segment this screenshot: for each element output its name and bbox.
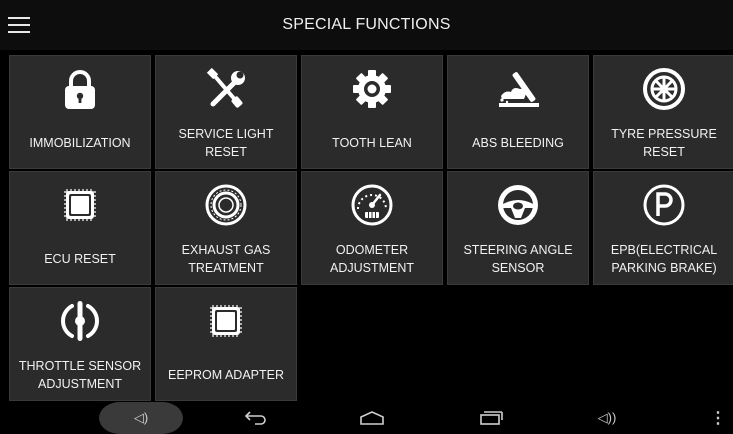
back-arrow-icon — [244, 411, 266, 425]
tile-label: EEPROM ADAPTER — [168, 368, 284, 382]
home-icon — [360, 411, 384, 425]
tile-odometer-adjustment[interactable]: ODOMETER ADJUSTMENT — [301, 171, 443, 285]
tile-label: ODOMETER ADJUSTMENT — [329, 243, 415, 275]
tile-label: ABS BLEEDING — [472, 136, 564, 150]
page-title: SPECIAL FUNCTIONS — [282, 16, 451, 33]
recent-apps-icon — [480, 411, 503, 425]
tile-label: TOOTH LEAN — [332, 136, 412, 150]
tile-tooth-lean[interactable]: TOOTH LEAN — [301, 55, 443, 169]
steering-wheel-icon — [448, 182, 588, 228]
chip-icon — [10, 182, 150, 228]
tile-label: IMMOBILIZATION — [29, 136, 131, 150]
speedometer-icon — [302, 182, 442, 228]
tyre-icon — [594, 66, 733, 112]
tools-icon — [156, 66, 296, 112]
tile-label: TYRE PRESSURE RESET — [611, 127, 717, 159]
tile-abs-bleeding[interactable]: ABS BLEEDING — [447, 55, 589, 169]
tile-label: THROTTLE SENSOR ADJUSTMENT — [18, 359, 142, 391]
more-vertical-icon: ⋮ — [710, 410, 726, 427]
tile-eeprom-adapter[interactable]: EEPROM ADAPTER — [155, 287, 297, 401]
tile-label: STEERING ANGLE SENSOR — [463, 243, 573, 275]
tile-ecu-reset[interactable]: ECU RESET — [9, 171, 151, 285]
tile-label: ECU RESET — [44, 252, 116, 266]
tile-immobilization[interactable]: IMMOBILIZATION — [9, 55, 151, 169]
tile-steering-angle-sensor[interactable]: STEERING ANGLE SENSOR — [447, 171, 589, 285]
overflow-menu-button[interactable]: ⋮ — [708, 404, 728, 432]
volume-down-label: ◁) — [133, 410, 149, 425]
eeprom-chip-icon — [156, 298, 296, 344]
brake-pedal-icon — [448, 66, 588, 112]
tile-label: EXHAUST GAS TREATMENT — [181, 243, 271, 275]
throttle-sensor-icon — [10, 298, 150, 344]
tile-exhaust-gas-treatment[interactable]: EXHAUST GAS TREATMENT — [155, 171, 297, 285]
tile-throttle-sensor-adjustment[interactable]: THROTTLE SENSOR ADJUSTMENT — [9, 287, 151, 401]
lock-icon — [10, 66, 150, 112]
home-button[interactable] — [352, 404, 392, 432]
parking-brake-icon — [594, 182, 733, 228]
tile-tyre-pressure-reset[interactable]: TYRE PRESSURE RESET — [593, 55, 733, 169]
tile-label: SERVICE LIGHT RESET — [178, 127, 274, 159]
volume-up-label: ◁)) — [597, 410, 617, 425]
tile-epb-electrical-parking-brake[interactable]: EPB(ELECTRICAL PARKING BRAKE) — [593, 171, 733, 285]
volume-up-button[interactable]: ◁)) — [584, 404, 630, 432]
gear-icon — [302, 66, 442, 112]
exhaust-filter-icon — [156, 182, 296, 228]
back-button[interactable] — [236, 404, 276, 432]
header-bar: SPECIAL FUNCTIONS — [0, 0, 733, 50]
recent-apps-button[interactable] — [470, 404, 510, 432]
tile-service-light-reset[interactable]: SERVICE LIGHT RESET — [155, 55, 297, 169]
tile-label: EPB(ELECTRICAL PARKING BRAKE) — [610, 243, 718, 275]
